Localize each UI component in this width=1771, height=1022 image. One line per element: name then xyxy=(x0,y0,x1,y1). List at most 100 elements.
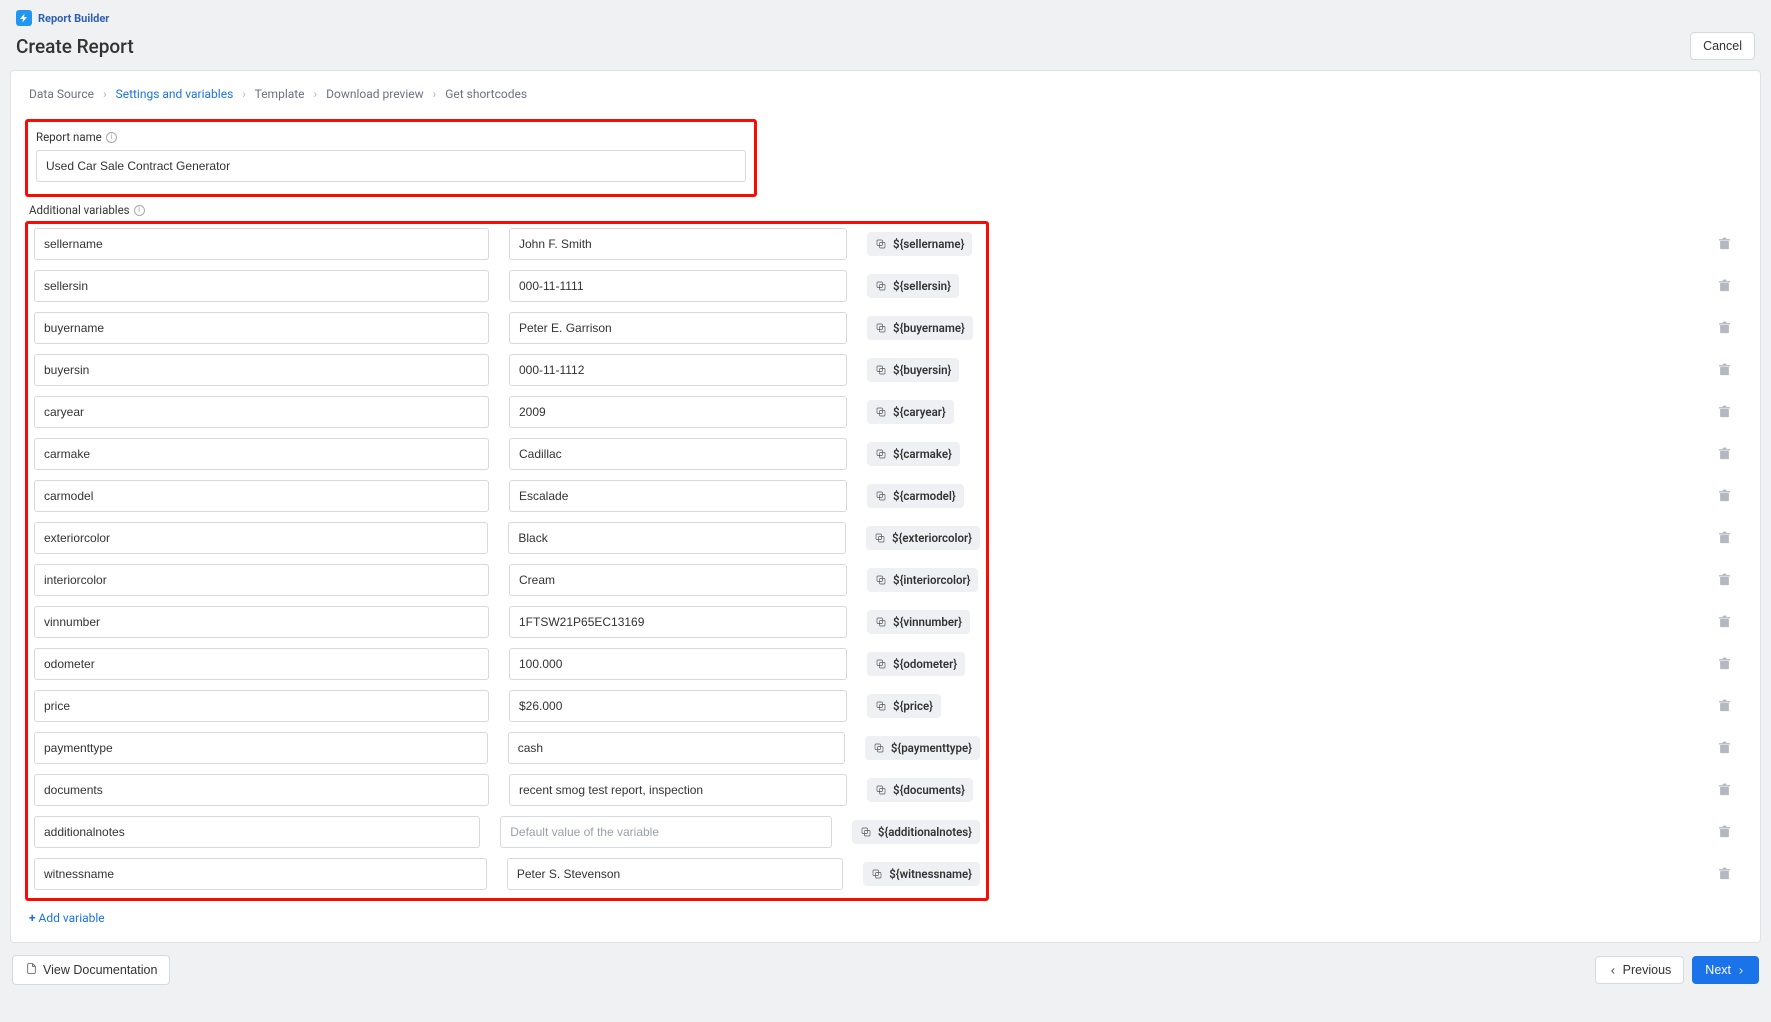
chevron-right-icon: › xyxy=(103,87,107,101)
shortcode-pill[interactable]: ${documents} xyxy=(867,778,973,802)
variable-name-input[interactable] xyxy=(34,816,480,848)
delete-variable-button[interactable] xyxy=(1712,441,1736,465)
info-icon[interactable]: i xyxy=(134,205,145,216)
delete-variable-button[interactable] xyxy=(1712,651,1736,675)
additional-variables-label: Additional variables i xyxy=(29,203,1746,217)
shortcode-pill[interactable]: ${buyername} xyxy=(867,316,973,340)
cancel-button[interactable]: Cancel xyxy=(1690,32,1755,60)
previous-button[interactable]: Previous xyxy=(1595,956,1685,984)
variable-value-input[interactable] xyxy=(509,312,847,344)
copy-icon xyxy=(875,238,887,250)
previous-button-label: Previous xyxy=(1623,963,1672,977)
variable-value-input[interactable] xyxy=(509,606,847,638)
variable-name-input[interactable] xyxy=(34,774,489,806)
shortcode-pill[interactable]: ${witnessname} xyxy=(863,862,980,886)
delete-variable-button[interactable] xyxy=(1712,567,1736,591)
crumb-settings[interactable]: Settings and variables xyxy=(116,87,234,101)
variable-value-input[interactable] xyxy=(509,396,847,428)
shortcode-text: ${sellersin} xyxy=(893,279,951,293)
delete-variable-button[interactable] xyxy=(1712,609,1736,633)
shortcode-pill[interactable]: ${buyersin} xyxy=(867,358,959,382)
view-documentation-label: View Documentation xyxy=(43,963,157,977)
delete-variable-button[interactable] xyxy=(1712,231,1736,255)
variable-row: ${sellername} xyxy=(34,228,980,260)
crumb-template[interactable]: Template xyxy=(255,87,305,101)
info-icon[interactable]: i xyxy=(106,132,117,143)
shortcode-pill[interactable]: ${additionalnotes} xyxy=(852,820,980,844)
variable-value-input[interactable] xyxy=(508,732,845,764)
delete-variable-button[interactable] xyxy=(1712,735,1736,759)
variable-name-input[interactable] xyxy=(34,858,487,890)
delete-variable-button[interactable] xyxy=(1712,273,1736,297)
variable-row: ${caryear} xyxy=(34,396,980,428)
delete-variable-button[interactable] xyxy=(1712,483,1736,507)
variable-row: ${sellersin} xyxy=(34,270,980,302)
variables-section: ${sellername} ${sellersin} ${buyername} ${b… xyxy=(25,221,989,901)
shortcode-pill[interactable]: ${sellername} xyxy=(867,232,972,256)
variable-name-input[interactable] xyxy=(34,312,489,344)
variable-row: ${exteriorcolor} xyxy=(34,522,980,554)
shortcode-pill[interactable]: ${carmake} xyxy=(867,442,960,466)
shortcode-pill[interactable]: ${caryear} xyxy=(867,400,954,424)
chevron-right-icon xyxy=(1736,965,1746,975)
shortcode-text: ${carmodel} xyxy=(893,489,956,503)
variable-row: ${additionalnotes} xyxy=(34,816,980,848)
variable-name-input[interactable] xyxy=(34,354,489,386)
copy-icon xyxy=(875,490,887,502)
crumb-shortcodes[interactable]: Get shortcodes xyxy=(445,87,527,101)
variable-name-input[interactable] xyxy=(34,438,489,470)
variable-name-input[interactable] xyxy=(34,396,489,428)
shortcode-pill[interactable]: ${interiorcolor} xyxy=(867,568,978,592)
next-button[interactable]: Next xyxy=(1692,956,1759,984)
variable-name-input[interactable] xyxy=(34,564,489,596)
crumb-download[interactable]: Download preview xyxy=(326,87,424,101)
variable-name-input[interactable] xyxy=(34,270,489,302)
variable-row: ${documents} xyxy=(34,774,980,806)
delete-variable-button[interactable] xyxy=(1712,861,1736,885)
variable-value-input[interactable] xyxy=(508,522,846,554)
report-name-section: Report name i xyxy=(25,119,757,197)
shortcode-pill[interactable]: ${paymenttype} xyxy=(865,736,980,760)
variable-row: ${price} xyxy=(34,690,980,722)
delete-variable-button[interactable] xyxy=(1712,525,1736,549)
copy-icon xyxy=(875,574,887,586)
shortcode-pill[interactable]: ${price} xyxy=(867,694,941,718)
delete-variable-button[interactable] xyxy=(1712,399,1736,423)
shortcode-pill[interactable]: ${odometer} xyxy=(867,652,965,676)
view-documentation-button[interactable]: View Documentation xyxy=(12,955,170,985)
shortcode-pill[interactable]: ${vinnumber} xyxy=(867,610,970,634)
delete-variable-button[interactable] xyxy=(1712,315,1736,339)
delete-variable-button[interactable] xyxy=(1712,777,1736,801)
variable-name-input[interactable] xyxy=(34,606,489,638)
shortcode-pill[interactable]: ${carmodel} xyxy=(867,484,964,508)
variable-name-input[interactable] xyxy=(34,228,489,260)
variable-value-input[interactable] xyxy=(509,228,847,260)
variable-value-input[interactable] xyxy=(509,354,847,386)
copy-icon xyxy=(875,406,887,418)
add-variable-link[interactable]: + Add variable xyxy=(29,911,105,925)
variable-value-input[interactable] xyxy=(507,858,843,890)
delete-variable-button[interactable] xyxy=(1712,693,1736,717)
variable-value-input[interactable] xyxy=(509,690,847,722)
variable-value-input[interactable] xyxy=(500,816,832,848)
variable-value-input[interactable] xyxy=(509,564,847,596)
variable-name-input[interactable] xyxy=(34,648,489,680)
shortcode-text: ${sellername} xyxy=(893,237,964,251)
variable-name-input[interactable] xyxy=(34,732,488,764)
variable-value-input[interactable] xyxy=(509,438,847,470)
delete-variable-button[interactable] xyxy=(1712,819,1736,843)
variable-value-input[interactable] xyxy=(509,270,847,302)
footer-row: View Documentation Previous Next xyxy=(10,955,1761,985)
variable-name-input[interactable] xyxy=(34,690,489,722)
variable-value-input[interactable] xyxy=(509,774,847,806)
variable-name-input[interactable] xyxy=(34,480,489,512)
shortcode-pill[interactable]: ${exteriorcolor} xyxy=(866,526,980,550)
delete-variable-button[interactable] xyxy=(1712,357,1736,381)
cancel-button-label: Cancel xyxy=(1703,39,1742,53)
variable-value-input[interactable] xyxy=(509,480,847,512)
crumb-data-source[interactable]: Data Source xyxy=(29,87,94,101)
shortcode-pill[interactable]: ${sellersin} xyxy=(867,274,959,298)
variable-name-input[interactable] xyxy=(34,522,488,554)
report-name-input[interactable] xyxy=(36,150,746,182)
variable-value-input[interactable] xyxy=(509,648,847,680)
